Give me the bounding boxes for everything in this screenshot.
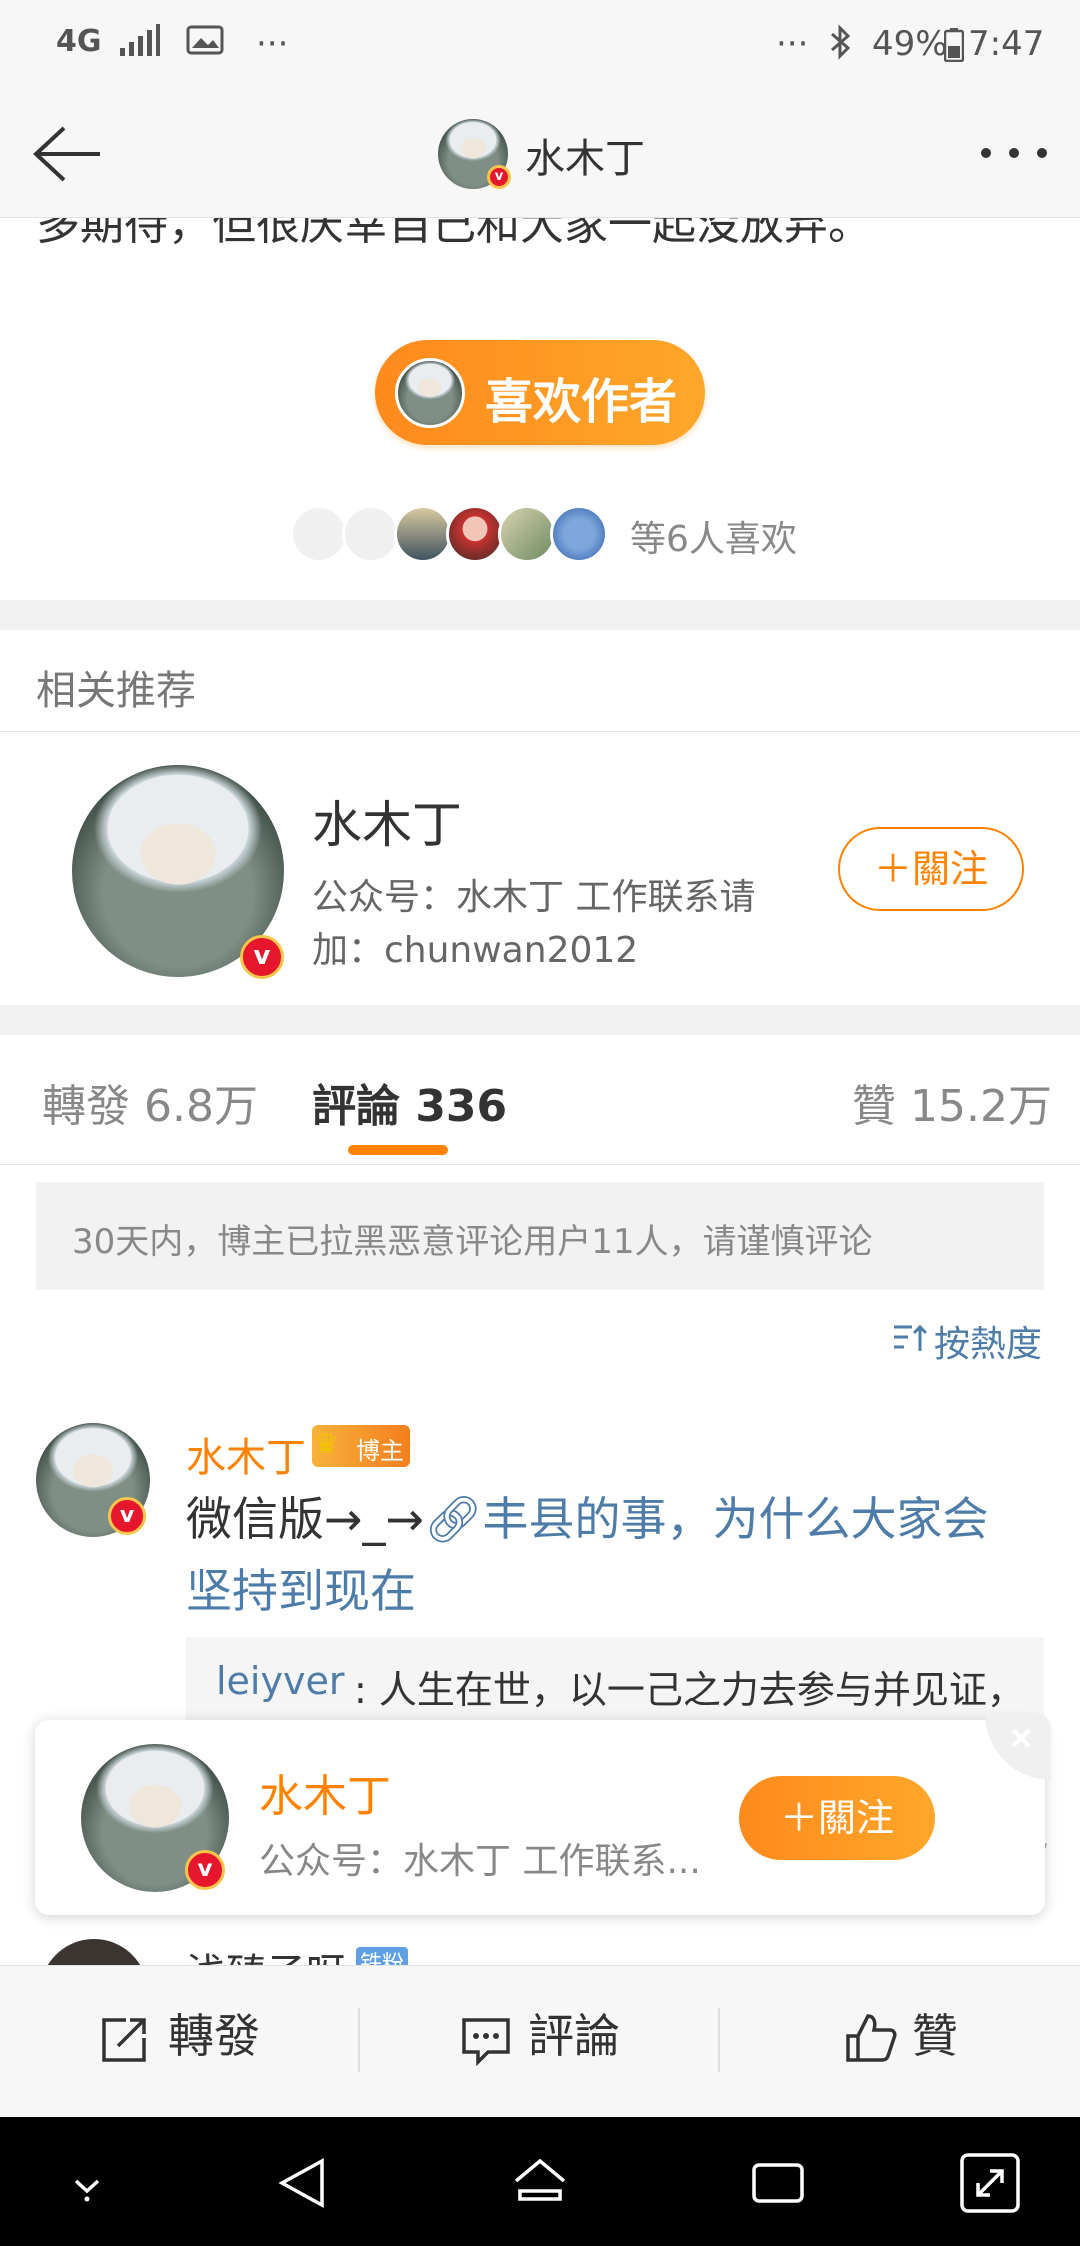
floating-desc: 公众号：水木丁 工作联系... (259, 1841, 701, 1882)
network-type: 4G (56, 24, 102, 59)
more-icon[interactable] (976, 140, 1056, 166)
related-desc-line1: 公众号：水木丁 工作联系请 (312, 877, 756, 918)
like-author-avatar (395, 358, 465, 428)
tab-comments[interactable]: 評論 336 (312, 1070, 507, 1134)
signal-icon (118, 24, 160, 67)
article-text-clip: 多期待，但很庆幸自己和大家一起没放弃。 (0, 218, 1080, 258)
liker-avatar (394, 505, 452, 563)
nav-recent-icon[interactable] (748, 2153, 808, 2217)
close-icon[interactable] (985, 1714, 1051, 1780)
nav-rotate-icon[interactable] (958, 2151, 1022, 2219)
sort-label: 按熱度 (934, 1324, 1043, 1365)
bluetooth-icon (828, 24, 854, 69)
related-user-card[interactable]: v 水木丁 公众号：水木丁 工作联系请 加：chunwan2012 ＋關注 (0, 733, 1080, 1005)
fan-badge: 铁粉 (356, 1947, 408, 1965)
divider (358, 2008, 360, 2072)
comment-button[interactable]: 評論 (528, 2000, 620, 2066)
comment-avatar[interactable] (40, 1939, 148, 1965)
nav-back-icon[interactable] (272, 2153, 332, 2217)
reply-user[interactable]: leiyver (216, 1659, 344, 1703)
comment-notice: 30天内，博主已拉黑恶意评论用户11人，请谨慎评论 (36, 1182, 1044, 1290)
comment-text: 微信版→_→🔗︎丰县的事，为什么大家会坚持到现在 (186, 1483, 1026, 1627)
nav-home-icon[interactable] (510, 2153, 570, 2217)
gallery-icon (186, 24, 224, 65)
tab-likes[interactable]: 贊 15.2万 (852, 1070, 1052, 1134)
active-tab-indicator (348, 1145, 448, 1155)
likers-row[interactable]: 等6人喜欢 (290, 500, 810, 570)
related-name: 水木丁 (312, 796, 462, 854)
section-divider (0, 600, 1080, 630)
comment-text-plain: 微信版→_→ (186, 1492, 425, 1546)
top-nav-bar: v 水木丁 (0, 90, 1080, 218)
like-button[interactable]: 贊 (912, 2000, 958, 2066)
notice-text: 30天内，博主已拉黑恶意评论用户11人，请谨慎评论 (72, 1222, 873, 1262)
verified-badge-icon: v (108, 1497, 146, 1535)
battery-percent: 49% (872, 24, 948, 64)
back-arrow-icon[interactable] (28, 120, 104, 188)
sort-by-hot-button[interactable]: 按熱度 (892, 1315, 1042, 1365)
comment-author[interactable]: 浅臻子呀 (186, 1941, 346, 1965)
liker-avatar (290, 505, 348, 563)
page-title: 水木丁 (525, 136, 645, 182)
comment-icon[interactable] (458, 2012, 514, 2072)
likers-count-text: 等6人喜欢 (630, 519, 797, 560)
repost-button[interactable]: 轉發 (168, 2000, 260, 2066)
liker-avatar (446, 505, 504, 563)
like-icon[interactable] (842, 2010, 898, 2070)
crown-icon: ♛ (314, 1427, 340, 1460)
tab-repost[interactable]: 轉發 6.8万 (42, 1070, 258, 1134)
nav-hide-icon[interactable] (62, 2167, 112, 2211)
related-header: 相关推荐 (0, 630, 1080, 732)
liker-avatar (550, 505, 608, 563)
status-more-right: ··· (776, 24, 809, 64)
system-nav-bar (0, 2117, 1080, 2246)
section-divider (0, 1005, 1080, 1035)
floating-name: 水木丁 (259, 1771, 391, 1822)
related-follow-button[interactable]: ＋關注 (838, 827, 1024, 911)
blogger-badge-label: 博主 (356, 1437, 404, 1465)
floating-follow-button[interactable]: ＋關注 (739, 1776, 935, 1860)
status-bar: 4G ··· ··· 49% 7:47 (0, 0, 1080, 90)
verified-badge-icon: v (240, 935, 284, 979)
repost-icon[interactable] (96, 2012, 152, 2072)
battery-icon (943, 28, 965, 71)
floating-follow-card[interactable]: v 水木丁 公众号：水木丁 工作联系... ＋關注 (35, 1714, 1051, 1915)
reply-text: : 人生在世，以一己之力去参与并见证， (354, 1668, 1025, 1712)
divider (718, 2008, 720, 2072)
sort-icon (892, 1321, 928, 1361)
clock: 7:47 (968, 24, 1045, 64)
article-trailing-text: 多期待，但很庆幸自己和大家一起没放弃。 (36, 218, 872, 250)
liker-avatar (498, 505, 556, 563)
related-desc-line2: 加：chunwan2012 (312, 930, 639, 971)
link-icon: 🔗︎ (424, 1492, 483, 1546)
comment-author[interactable]: 水木丁 (186, 1425, 306, 1483)
verified-badge-icon: v (185, 1850, 225, 1890)
verified-badge-icon: v (487, 165, 511, 189)
like-author-label: 喜欢作者 (485, 374, 678, 430)
related-heading: 相关推荐 (36, 668, 196, 714)
blogger-badge: ♛ 博主 (312, 1425, 410, 1467)
like-author-button[interactable]: 喜欢作者 (375, 340, 705, 445)
status-more-left: ··· (256, 24, 289, 64)
liker-avatar (342, 505, 400, 563)
